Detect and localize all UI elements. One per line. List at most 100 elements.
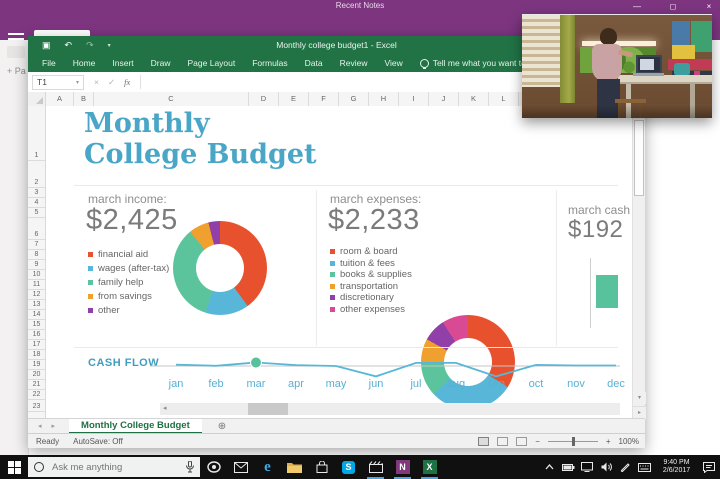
- row-header-10[interactable]: 10: [28, 270, 45, 280]
- select-all-corner[interactable]: [28, 92, 46, 106]
- column-header-K[interactable]: K: [459, 92, 489, 106]
- row-header-9[interactable]: 9: [28, 260, 45, 270]
- ribbon-tab-review[interactable]: Review: [340, 58, 368, 68]
- row-header-8[interactable]: 8: [28, 250, 45, 260]
- redo-icon[interactable]: ↷: [86, 36, 94, 54]
- scrollbar-thumb[interactable]: [248, 403, 288, 415]
- page-break-view-icon[interactable]: [516, 437, 527, 446]
- cortana-search-box[interactable]: [28, 457, 200, 477]
- start-button[interactable]: [0, 455, 28, 479]
- row-header-4[interactable]: 4: [28, 198, 45, 208]
- row-header-1[interactable]: 1: [28, 106, 45, 161]
- excel-taskbar-button[interactable]: X: [416, 455, 443, 479]
- ribbon-tab-view[interactable]: View: [385, 58, 403, 68]
- ribbon-tab-draw[interactable]: Draw: [151, 58, 171, 68]
- battery-button[interactable]: [560, 455, 576, 479]
- undo-icon[interactable]: ↶: [65, 36, 73, 54]
- page-layout-view-icon[interactable]: [497, 437, 508, 446]
- edge-button[interactable]: e: [254, 455, 281, 479]
- column-header-B[interactable]: B: [74, 92, 94, 106]
- close-icon[interactable]: ×: [702, 0, 716, 14]
- column-header-J[interactable]: J: [429, 92, 459, 106]
- row-header-11[interactable]: 11: [28, 280, 45, 290]
- row-header-5[interactable]: 5: [28, 208, 45, 218]
- skype-button[interactable]: S: [335, 455, 362, 479]
- store-button[interactable]: [308, 455, 335, 479]
- enter-icon[interactable]: ✓: [108, 77, 115, 88]
- add-sheet-icon[interactable]: ⊕: [218, 421, 226, 432]
- chart-horizontal-scrollbar[interactable]: ◂: [160, 403, 620, 415]
- row-header-17[interactable]: 17: [28, 340, 45, 350]
- row-header-20[interactable]: 20: [28, 370, 45, 380]
- column-header-A[interactable]: A: [46, 92, 74, 106]
- zoom-in-icon[interactable]: +: [606, 437, 611, 446]
- row-header-2[interactable]: 2: [28, 161, 45, 188]
- movies-tv-button[interactable]: [362, 455, 389, 479]
- insert-function-icon[interactable]: fx: [124, 77, 130, 87]
- row-header-18[interactable]: 18: [28, 350, 45, 360]
- ribbon-tab-file[interactable]: File: [42, 58, 56, 68]
- zoom-level[interactable]: 100%: [619, 437, 639, 446]
- scroll-left-icon[interactable]: ◂: [163, 403, 167, 415]
- ribbon-tab-formulas[interactable]: Formulas: [252, 58, 287, 68]
- search-input[interactable]: [50, 461, 172, 474]
- ribbon-tab-home[interactable]: Home: [73, 58, 96, 68]
- row-header-19[interactable]: 19: [28, 360, 45, 370]
- onenote-taskbar-button[interactable]: N: [389, 455, 416, 479]
- microphone-icon[interactable]: [186, 461, 194, 473]
- row-header-3[interactable]: 3: [28, 188, 45, 198]
- zoom-out-icon[interactable]: −: [535, 437, 540, 446]
- vscrollbar-thumb[interactable]: [634, 120, 644, 196]
- save-icon[interactable]: ▣: [42, 36, 51, 54]
- column-header-C[interactable]: C: [94, 92, 249, 106]
- minimize-icon[interactable]: —: [630, 0, 644, 14]
- row-header-14[interactable]: 14: [28, 310, 45, 320]
- name-box[interactable]: T1 ▾: [32, 75, 84, 90]
- row-header-12[interactable]: 12: [28, 290, 45, 300]
- column-header-H[interactable]: H: [369, 92, 399, 106]
- column-header-I[interactable]: I: [399, 92, 429, 106]
- row-header-13[interactable]: 13: [28, 300, 45, 310]
- column-header-D[interactable]: D: [249, 92, 279, 106]
- file-explorer-button[interactable]: [281, 455, 308, 479]
- volume-button[interactable]: [598, 455, 614, 479]
- worksheet-area[interactable]: Monthly College Budget march income: $2,…: [46, 106, 632, 418]
- column-header-L[interactable]: L: [489, 92, 519, 106]
- row-header-6[interactable]: 6: [28, 218, 45, 240]
- tray-expand-button[interactable]: [541, 455, 557, 479]
- scroll-down-icon[interactable]: ▾: [633, 392, 646, 404]
- namebox-dropdown-icon[interactable]: ▾: [76, 79, 79, 86]
- video-overlay-window[interactable]: [522, 14, 712, 118]
- cancel-icon[interactable]: ×: [94, 77, 99, 87]
- zoom-slider[interactable]: [548, 441, 598, 442]
- row-header-15[interactable]: 15: [28, 320, 45, 330]
- row-header-22[interactable]: 22: [28, 390, 45, 400]
- qat-dropdown-icon[interactable]: ▾: [108, 42, 111, 49]
- ribbon-tab-data[interactable]: Data: [305, 58, 323, 68]
- touch-keyboard-button[interactable]: [636, 455, 652, 479]
- column-header-G[interactable]: G: [339, 92, 369, 106]
- tell-me-box[interactable]: Tell me what you want to do: [420, 58, 538, 68]
- normal-view-icon[interactable]: [478, 437, 489, 446]
- cast-button[interactable]: [579, 455, 595, 479]
- pen-button[interactable]: [617, 455, 633, 479]
- restore-icon[interactable]: ◻: [666, 0, 680, 14]
- row-header-21[interactable]: 21: [28, 380, 45, 390]
- sheet-next-icon[interactable]: ▸: [52, 422, 56, 430]
- vertical-scrollbar[interactable]: ▴ ▾ ▸: [632, 106, 645, 418]
- onenote-page-thumbnail[interactable]: [7, 46, 25, 58]
- add-page-button[interactable]: + Pa: [7, 66, 28, 76]
- mail-button[interactable]: [227, 455, 254, 479]
- column-header-E[interactable]: E: [279, 92, 309, 106]
- sheet-tab[interactable]: Monthly College Budget: [69, 419, 202, 434]
- sheet-prev-icon[interactable]: ◂: [38, 422, 42, 430]
- ribbon-tab-insert[interactable]: Insert: [112, 58, 133, 68]
- row-header-16[interactable]: 16: [28, 330, 45, 340]
- column-header-F[interactable]: F: [309, 92, 339, 106]
- action-center-button[interactable]: [701, 455, 717, 479]
- ribbon-tab-page-layout[interactable]: Page Layout: [188, 58, 236, 68]
- clock[interactable]: 9:40 PM 2/6/2017: [658, 459, 696, 476]
- row-header-7[interactable]: 7: [28, 240, 45, 250]
- task-view-button[interactable]: [200, 455, 227, 479]
- row-header-23[interactable]: 23: [28, 400, 45, 412]
